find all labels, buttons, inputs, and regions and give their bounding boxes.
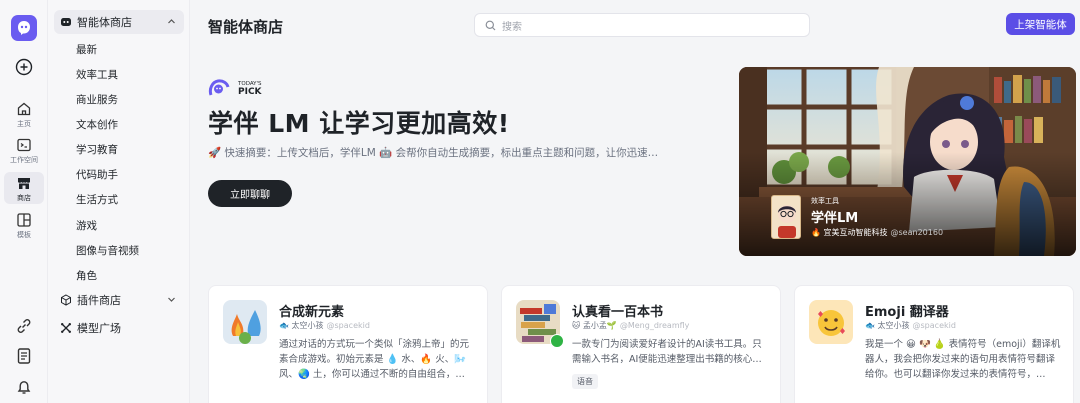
card-description: 通过对话的方式玩一个类似「涂鸦上帝」的元素合成游戏。初始元素是 💧 水、🔥 火、… bbox=[279, 339, 470, 380]
featured-author: 🔥 宜美互动智能科技 bbox=[811, 228, 888, 237]
search-input[interactable]: 搜索 bbox=[474, 13, 810, 37]
sidebar-section-agent-store[interactable]: 智能体商店 bbox=[54, 10, 184, 34]
featured-name: 学伴LM bbox=[811, 211, 859, 226]
rail-label-workspace: 工作空间 bbox=[10, 156, 38, 164]
todays-pick-big: PICK bbox=[238, 87, 262, 97]
nav-rail: 主页 工作空间 商店 模板 bbox=[0, 0, 48, 403]
card-tag: 语音 bbox=[572, 374, 598, 389]
card-handle: @spacekid bbox=[912, 321, 956, 330]
rail-item-home[interactable]: 主页 bbox=[4, 101, 44, 129]
sidebar-item-media[interactable]: 图像与音视频 bbox=[76, 243, 139, 258]
sidebar-section-label: 插件商店 bbox=[77, 294, 121, 307]
sidebar: 智能体商店 最新 效率工具 商业服务 文本创作 学习教育 代码助手 生活方式 游… bbox=[48, 0, 190, 403]
sidebar-item-business[interactable]: 商业服务 bbox=[76, 92, 118, 107]
publish-agent-button[interactable]: 上架智能体 bbox=[1006, 13, 1075, 35]
sidebar-item-writing[interactable]: 文本创作 bbox=[76, 117, 118, 132]
card-author: 🐟 太空小孩 bbox=[279, 321, 324, 330]
document-icon[interactable] bbox=[15, 347, 33, 365]
sidebar-section-label: 智能体商店 bbox=[77, 16, 132, 29]
agent-card[interactable]: 认真看一百本书 🐱 孟小孟🌱 @Meng_dreamfly 一款专门为阅读爱好者设… bbox=[501, 285, 781, 403]
home-icon bbox=[17, 102, 31, 116]
search-icon bbox=[485, 20, 496, 30]
featured-banner[interactable]: 效率工具 学伴LM 🔥 宜美互动智能科技 @sean20160 bbox=[739, 67, 1076, 256]
search-placeholder: 搜索 bbox=[502, 21, 522, 33]
card-author-line: 🐟 太空小孩 @spacekid bbox=[865, 320, 956, 331]
emoji-avatar-icon bbox=[809, 300, 853, 344]
todays-pick-badge: TODAY'S PICK bbox=[208, 78, 262, 98]
card-author-line: 🐟 太空小孩 @spacekid bbox=[279, 320, 370, 331]
rail-item-templates[interactable]: 模板 bbox=[4, 212, 44, 240]
sidebar-item-education[interactable]: 学习教育 bbox=[76, 142, 118, 157]
chevron-up-icon bbox=[168, 19, 175, 24]
link-icon[interactable] bbox=[15, 317, 33, 335]
model-icon bbox=[61, 323, 71, 333]
featured-avatar-icon bbox=[778, 205, 796, 238]
rail-label-store: 商店 bbox=[17, 194, 31, 202]
card-description: 一款专门为阅读爱好者设计的AI读书工具。只需输入书名，AI便能迅速整理出书籍的核… bbox=[572, 339, 762, 365]
rail-label-home: 主页 bbox=[17, 120, 31, 128]
sidebar-item-games[interactable]: 游戏 bbox=[76, 218, 97, 233]
hero-description: 🚀 快速摘要：上传文档后，学伴LM 🤖 会帮你自动生成摘要，标出重点主题和问题，… bbox=[208, 147, 659, 159]
featured-author-line: 🔥 宜美互动智能科技 @sean20160 bbox=[811, 227, 943, 238]
card-author-line: 🐱 孟小孟🌱 @Meng_dreamfly bbox=[572, 320, 689, 331]
card-description: 我是一个 😀 🐶 🍐 表情符号（emoji）翻译机器人，我会把你发过来的语句用表… bbox=[865, 339, 1061, 380]
card-avatar bbox=[809, 300, 853, 344]
rail-item-store[interactable]: 商店 bbox=[4, 172, 44, 204]
sidebar-item-productivity[interactable]: 效率工具 bbox=[76, 67, 118, 82]
card-author: 🐱 孟小孟🌱 bbox=[572, 321, 617, 330]
chevron-down-icon bbox=[168, 297, 175, 302]
page-title: 智能体商店 bbox=[208, 18, 284, 36]
bell-icon[interactable] bbox=[15, 378, 33, 396]
logo-icon bbox=[18, 21, 30, 35]
card-handle: @Meng_dreamfly bbox=[619, 321, 690, 330]
sidebar-section-plugin-store[interactable]: 插件商店 bbox=[54, 288, 184, 312]
elements-avatar-icon bbox=[223, 300, 267, 344]
sidebar-item-characters[interactable]: 角色 bbox=[76, 268, 97, 283]
featured-tag: 效率工具 bbox=[811, 197, 839, 205]
sidebar-item-code[interactable]: 代码助手 bbox=[76, 167, 118, 182]
agent-card[interactable]: Emoji 翻译器 🐟 太空小孩 @spacekid 我是一个 😀 🐶 🍐 表情符… bbox=[794, 285, 1074, 403]
template-icon bbox=[17, 213, 31, 227]
app-root: 主页 工作空间 商店 模板 智能体商店 最新 效率工具 商业服务 文本创作 学习… bbox=[0, 0, 1080, 403]
sidebar-section-label: 模型广场 bbox=[77, 322, 121, 335]
card-avatar bbox=[223, 300, 267, 344]
terminal-icon bbox=[17, 138, 31, 152]
cube-icon bbox=[61, 294, 71, 306]
create-plus-icon[interactable] bbox=[15, 58, 33, 76]
card-handle: @spacekid bbox=[326, 321, 370, 330]
featured-handle: @sean20160 bbox=[890, 228, 944, 237]
hero-title: 学伴 LM 让学习更加高效! bbox=[208, 109, 510, 138]
card-name: 认真看一百本书 bbox=[572, 305, 664, 320]
bot-icon bbox=[61, 18, 71, 26]
card-name: Emoji 翻译器 bbox=[865, 305, 949, 320]
rail-item-workspace[interactable]: 工作空间 bbox=[4, 137, 44, 165]
main-content: 智能体商店 搜索 上架智能体 TODAY'S PICK 学伴 LM 让学习更加高… bbox=[190, 0, 1080, 403]
agent-card[interactable]: 合成新元素 🐟 太空小孩 @spacekid 通过对话的方式玩一个类似「涂鸦上帝」… bbox=[208, 285, 488, 403]
card-name: 合成新元素 bbox=[279, 305, 345, 320]
store-icon bbox=[18, 178, 30, 189]
sidebar-item-lifestyle[interactable]: 生活方式 bbox=[76, 192, 118, 207]
featured-thumbnail bbox=[771, 195, 801, 239]
sidebar-section-model-plaza[interactable]: 模型广场 bbox=[54, 316, 184, 340]
card-author: 🐟 太空小孩 bbox=[865, 321, 910, 330]
voice-call-badge bbox=[550, 334, 564, 348]
app-logo[interactable] bbox=[11, 15, 37, 41]
todays-pick-icon bbox=[208, 79, 230, 96]
sidebar-item-latest[interactable]: 最新 bbox=[76, 42, 97, 57]
rail-label-templates: 模板 bbox=[17, 231, 31, 239]
chat-now-button[interactable]: 立即聊聊 bbox=[208, 180, 292, 207]
